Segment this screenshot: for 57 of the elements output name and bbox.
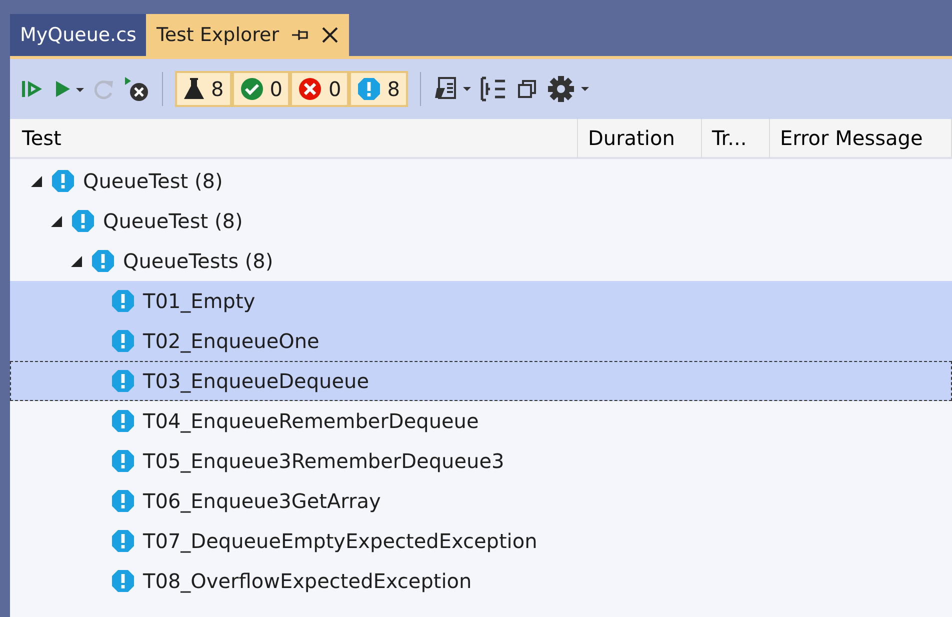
tree-row[interactable]: T07_DequeueEmptyExpectedException (10, 521, 952, 561)
warning-icon (111, 529, 135, 553)
test-name: T01_Empty (143, 289, 256, 313)
settings-icon[interactable] (546, 75, 591, 103)
column-header[interactable]: Duration (578, 119, 702, 157)
test-count-button[interactable]: 0 (290, 71, 350, 107)
tree-row[interactable]: QueueTest (8) (10, 201, 952, 241)
tree-row[interactable]: QueueTest (8) (10, 161, 952, 201)
warning-icon (111, 369, 135, 393)
collapse-arrow-icon[interactable] (29, 174, 43, 188)
flask-icon (183, 77, 205, 101)
test-name: QueueTests (8) (123, 249, 274, 273)
test-count-button[interactable]: 8 (349, 71, 408, 107)
test-name: T04_EnqueueRememberDequeue (143, 409, 479, 433)
cancel-icon[interactable] (122, 76, 150, 102)
warning-icon (91, 249, 115, 273)
tree-row[interactable]: T03_EnqueueDequeue (10, 361, 952, 401)
document-tab[interactable]: MyQueue.cs (10, 14, 146, 56)
tree-row[interactable]: QueueTests (8) (10, 241, 952, 281)
test-name: T02_EnqueueOne (143, 329, 320, 353)
warning-icon (111, 449, 135, 473)
check-icon (240, 77, 264, 101)
column-header[interactable]: Error Message (770, 119, 952, 157)
tab-label: Test Explorer (156, 24, 280, 46)
warning-icon (111, 289, 135, 313)
test-name: T08_OverflowExpectedException (143, 569, 472, 593)
test-count-button[interactable]: 8 (175, 71, 232, 107)
test-name: QueueTest (8) (83, 169, 223, 193)
warning-icon (111, 329, 135, 353)
tab-label: MyQueue.cs (20, 24, 136, 46)
column-header[interactable]: Test (10, 119, 578, 157)
warning-icon (71, 209, 95, 233)
warning-icon (111, 569, 135, 593)
warning-icon (51, 169, 75, 193)
collapse-arrow-icon[interactable] (69, 254, 83, 268)
error-icon (298, 77, 322, 101)
warning-icon (111, 489, 135, 513)
warning-icon (357, 77, 382, 101)
column-header[interactable]: Tr... (702, 119, 770, 157)
tree-row[interactable]: T02_EnqueueOne (10, 321, 952, 361)
test-name: T06_Enqueue3GetArray (143, 489, 381, 513)
test-name: T03_EnqueueDequeue (143, 369, 369, 393)
tree-row[interactable]: T08_OverflowExpectedException (10, 561, 952, 601)
pin-icon[interactable] (291, 28, 310, 42)
tree-row[interactable]: T05_Enqueue3RememberDequeue3 (10, 441, 952, 481)
collapse-arrow-icon[interactable] (49, 214, 63, 228)
playlist-icon[interactable] (432, 76, 473, 102)
tree-row[interactable]: T06_Enqueue3GetArray (10, 481, 952, 521)
warning-icon (111, 409, 135, 433)
tree-row[interactable]: T04_EnqueueRememberDequeue (10, 401, 952, 441)
tree-row[interactable]: T01_Empty (10, 281, 952, 321)
test-name: T05_Enqueue3RememberDequeue3 (143, 449, 504, 473)
document-tab[interactable]: Test Explorer (146, 14, 350, 56)
close-icon[interactable] (321, 26, 340, 44)
test-count-button[interactable]: 0 (232, 71, 290, 107)
test-name: T07_DequeueEmptyExpectedException (143, 529, 538, 553)
test-name: QueueTest (8) (103, 209, 243, 233)
